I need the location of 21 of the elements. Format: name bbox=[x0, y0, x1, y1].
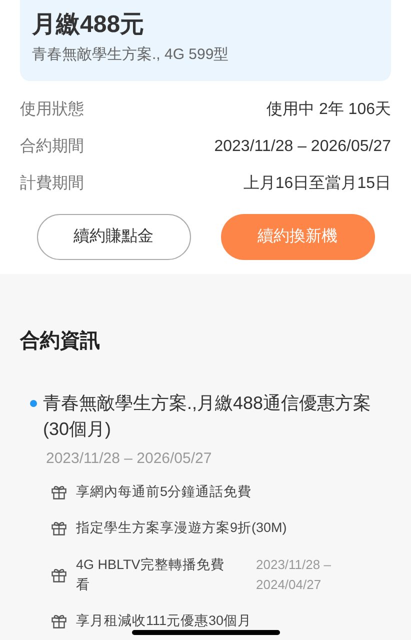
gift-icon bbox=[50, 612, 68, 630]
plan-name: 青春無敵學生方案., 4G 599型 bbox=[32, 45, 230, 65]
bullet-icon bbox=[30, 400, 37, 406]
perk-period: 2023/11/28 – 2024/04/27 bbox=[256, 556, 332, 594]
detail-value: 2023/11/28 – 2026/05/27 bbox=[214, 137, 391, 157]
gift-icon bbox=[50, 519, 68, 538]
perk-text: 享月租減收111元優惠30個月 bbox=[76, 612, 252, 630]
detail-label: 計費期間 bbox=[20, 174, 84, 194]
detail-value: 使用中 2年 106天 bbox=[266, 100, 391, 120]
renew-button[interactable]: 續約賺點金 bbox=[36, 214, 190, 260]
detail-value: 上月16日至當月15日 bbox=[243, 174, 391, 194]
plan-price: 月繳488元 bbox=[32, 10, 146, 40]
detail-label: 使用狀態 bbox=[20, 100, 84, 120]
gift-icon bbox=[50, 483, 68, 502]
section-title: 合約資訊 bbox=[20, 328, 101, 354]
contract-period: 2023/11/28 – 2026/05/27 bbox=[45, 448, 213, 468]
perk-text: 4G HBLTV完整轉播免費看 bbox=[76, 556, 226, 594]
perk-text: 指定學生方案享漫遊方案9折(30M) bbox=[76, 519, 287, 538]
detail-label: 合約期間 bbox=[20, 137, 84, 157]
contract-name: 青春無敵學生方案.,月繳488通信優惠方案(30個月) bbox=[43, 392, 372, 441]
perk-text: 享網內每通前5分鐘通話免費 bbox=[76, 483, 252, 501]
